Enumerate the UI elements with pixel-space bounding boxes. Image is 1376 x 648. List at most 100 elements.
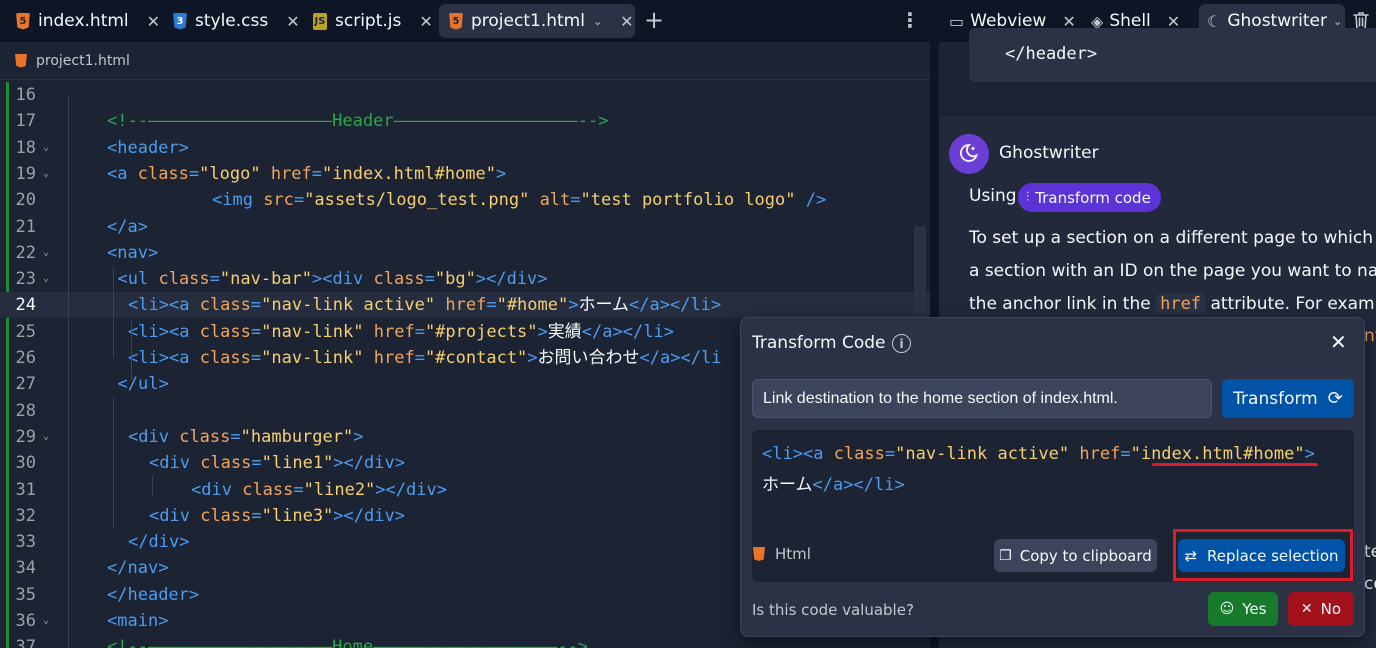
line-number: 30: [15, 453, 36, 474]
code-token: ><: [158, 321, 180, 342]
editor-tab-bar: 5 index.html ✕ 3 style.css ✕ JS script.j…: [0, 0, 930, 42]
fold-chevron-icon[interactable]: ⌄: [43, 161, 49, 187]
close-icon[interactable]: ✕: [147, 12, 160, 31]
code-token: ><: [792, 444, 814, 464]
yes-button[interactable]: ☺ Yes: [1208, 592, 1278, 626]
code-token: =: [486, 295, 497, 316]
code-line[interactable]: 17 <!--――――――――――――――――――Header――――――――――…: [0, 108, 930, 134]
code-token: "assets/logo_test.png": [304, 190, 540, 211]
fold-chevron-icon[interactable]: ⌄: [43, 424, 49, 450]
tab-style-css[interactable]: 3 style.css ✕: [163, 4, 300, 38]
code-line[interactable]: 20 <img src="assets/logo_test.png" alt="t…: [0, 187, 930, 213]
code-token: class: [137, 163, 189, 184]
copy-to-clipboard-button[interactable]: ❐ Copy to clipboard: [994, 539, 1157, 572]
code-token: ></: [659, 295, 691, 316]
transform-code-dialog: Transform Code i ✕ Link destination to t…: [740, 317, 1365, 637]
code-token: <: [149, 505, 160, 526]
line-number: 18: [15, 137, 36, 158]
code-text: <div class="line1"></div>: [149, 450, 405, 476]
code-token: div: [201, 479, 243, 500]
code-token: src: [263, 190, 294, 211]
code-token: ": [1294, 444, 1305, 464]
tab-index-html[interactable]: 5 index.html ✕: [6, 4, 160, 38]
code-token: class: [833, 444, 885, 464]
html-file-icon: 5: [16, 12, 30, 30]
html-file-icon: 5: [449, 12, 463, 30]
more-options-icon[interactable]: ⋮: [900, 8, 920, 32]
tab-project1-html[interactable]: 5 project1.html ⌄ ✕: [439, 4, 635, 38]
code-text: <div class="hamburger">: [128, 424, 363, 450]
info-icon[interactable]: i: [892, 334, 911, 353]
code-token: =: [293, 190, 305, 211]
code-line[interactable]: 22 ⌄ <nav>: [0, 240, 930, 266]
code-token: nav: [117, 242, 148, 263]
code-token: <!--――――――――――――――――――Header――――――――――――…: [107, 111, 609, 132]
tab-script-js[interactable]: JS script.js ✕: [303, 4, 433, 38]
no-label: No: [1320, 600, 1342, 618]
message-text: To set up a section on a different page …: [969, 228, 1376, 248]
close-icon[interactable]: ✕: [419, 12, 432, 31]
code-token: ></: [475, 269, 507, 290]
pill-label: Transform code: [1035, 188, 1151, 207]
code-token: <: [117, 269, 128, 290]
code-line[interactable]: 24 <li><a class="nav-link active" href="#…: [0, 292, 930, 319]
message-fragment: te: [1364, 542, 1376, 562]
code-token: ></: [333, 505, 365, 526]
chevron-down-icon[interactable]: ⌄: [1333, 15, 1342, 28]
fold-chevron-icon[interactable]: ⌄: [43, 240, 49, 266]
code-token: >: [353, 426, 364, 447]
smile-icon: ☺: [1219, 601, 1235, 617]
code-text: <ul class="nav-bar"><div class="bg"></di…: [118, 266, 548, 292]
code-token: div: [159, 505, 201, 526]
sliders-icon: ⫶: [1026, 190, 1030, 205]
line-number: 32: [15, 505, 36, 526]
code-token: class: [199, 295, 251, 316]
line-number: 25: [15, 321, 36, 342]
code-line[interactable]: 19 ⌄ <a class="logo" href="index.html#home…: [0, 161, 930, 187]
new-tab-plus-icon[interactable]: +: [644, 6, 664, 34]
indent-guide: [68, 96, 69, 648]
code-token: <: [128, 348, 139, 368]
code-token: "#home": [496, 295, 569, 316]
code-token: =: [414, 321, 425, 342]
code-token: =: [424, 269, 435, 290]
code-token: div: [148, 532, 180, 553]
fold-chevron-icon[interactable]: ⌄: [43, 266, 49, 292]
code-token: div: [332, 269, 374, 290]
generated-code-line: <li><a class="nav-link active" href="ind…: [762, 444, 1315, 464]
line-number: 21: [15, 216, 36, 237]
code-line[interactable]: 16: [0, 82, 930, 108]
code-token: header: [127, 584, 189, 605]
code-token: <: [149, 453, 160, 474]
code-token: alt: [539, 190, 571, 211]
language-label: Html: [775, 545, 811, 563]
code-token: =: [251, 453, 262, 474]
close-icon[interactable]: ✕: [620, 12, 633, 31]
code-line[interactable]: 21 </a>: [0, 214, 930, 240]
code-token: =: [570, 190, 581, 211]
previous-code-text: </header>: [1005, 44, 1098, 64]
fold-chevron-icon[interactable]: ⌄: [43, 135, 49, 161]
code-token: ><: [312, 269, 333, 290]
code-token: =: [884, 444, 896, 464]
code-token: "hamburger": [240, 426, 354, 447]
code-line[interactable]: 18 ⌄ <header>: [0, 135, 930, 161]
no-button[interactable]: ✕ No: [1288, 592, 1354, 626]
code-line[interactable]: 23 ⌄ <ul class="nav-bar"><div class="bg"><…: [0, 266, 930, 292]
transform-code-pill[interactable]: ⫶ Transform code: [1018, 183, 1161, 212]
using-label: Using: [969, 186, 1017, 206]
code-token: =: [414, 348, 425, 368]
close-icon[interactable]: ✕: [286, 12, 299, 31]
chevron-down-icon[interactable]: ⌄: [593, 15, 602, 28]
breadcrumb-file[interactable]: project1.html: [36, 53, 130, 69]
code-token: >: [537, 321, 548, 342]
code-token: a: [660, 348, 671, 368]
transform-button[interactable]: Transform ⟳: [1222, 379, 1354, 418]
line-number: 34: [15, 558, 36, 579]
close-icon[interactable]: ✕: [1330, 330, 1347, 354]
transform-prompt-input[interactable]: Link destination to the home section of …: [752, 379, 1212, 418]
code-token: ul: [127, 269, 159, 290]
tab-label: project1.html: [471, 11, 585, 31]
fold-chevron-icon[interactable]: ⌄: [43, 608, 49, 634]
code-token: "line2": [303, 479, 376, 500]
